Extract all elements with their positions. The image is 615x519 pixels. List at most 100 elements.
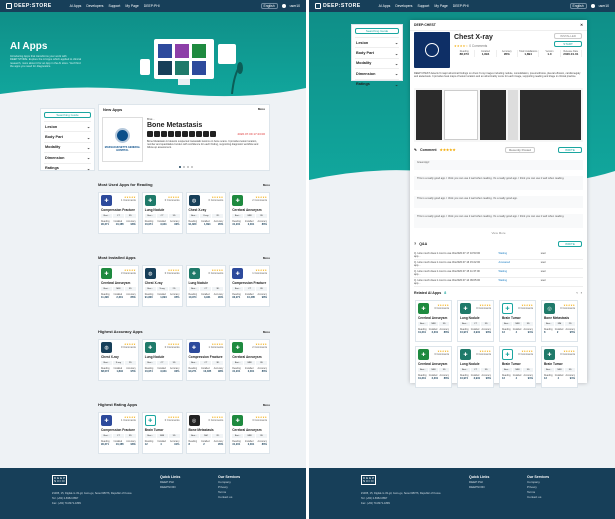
filter-modality[interactable]: Modality ⌄ <box>355 57 399 68</box>
app-card[interactable]: ✚ ★★★★★ 3 Comments Cerebral Aneurysm Brai...… <box>415 346 452 388</box>
app-card[interactable]: ✚ ★★★★★ 0 Comments Brain Tumor Brai... MRI 3D R… <box>541 346 578 388</box>
app-card[interactable]: ✚ ★★★★★ 1 Comments Compression Fracture Brai… <box>98 192 139 234</box>
close-icon[interactable]: ✕ <box>580 23 583 27</box>
screenshot-thumb[interactable] <box>416 90 442 140</box>
comment-item: This is a really good app. I think you c… <box>414 214 583 228</box>
app-card[interactable]: ◍ ★★★★★ 0 Comments Chest X-ray Brai... X-ray 2… <box>141 265 183 307</box>
nav-my-page[interactable]: My Page <box>434 4 447 8</box>
footer-link[interactable]: DEEPNOID <box>160 485 180 490</box>
app-card[interactable]: ◎ ★★★★★ 0 Comments Bone Metastasis Brai... NM… <box>541 300 578 342</box>
installed-button[interactable]: INSTALLED <box>554 33 582 39</box>
app-card[interactable]: ✚ ★★★★★ 0 Comments Lung Nodule Brai... CT 3D Re… <box>457 300 494 342</box>
chevron-right-icon[interactable]: › <box>581 290 582 295</box>
filter-ratings[interactable]: Ratings ⌄ <box>44 162 91 173</box>
section-most-used: Most Used Apps for Reading More ✚ ★★★★★ 1 C… <box>98 182 270 234</box>
app-card[interactable]: ✚ ★★★★★ 1 Comments Compression Fracture Brai… <box>185 339 227 381</box>
write-qa-button[interactable]: WRITE <box>558 241 582 247</box>
more-link[interactable]: More <box>263 403 270 407</box>
footer-link[interactable]: DEEPNOID <box>469 485 489 490</box>
app-icon: ✚ <box>101 415 112 426</box>
qa-item[interactable]: Q. How much does it cost to use this app… <box>414 261 583 269</box>
nav-support[interactable]: Support <box>108 4 120 8</box>
app-card[interactable]: ✚ ★★★★★ 0 Comments Brain Tumor Brai... MRI 3D R… <box>499 300 536 342</box>
nav-support[interactable]: Support <box>417 4 429 8</box>
footer-link[interactable]: Contact us <box>527 495 549 500</box>
more-link[interactable]: More <box>263 330 270 334</box>
nav-deep-phi[interactable]: DEEP:PHI <box>144 4 160 8</box>
app-card[interactable]: ✚ ★★★★★ 0 Comments Lung Nodule Brai... CT 3D Re… <box>457 346 494 388</box>
chevron-left-icon[interactable]: ‹ <box>576 290 577 295</box>
filter-lesion[interactable]: Lesion ⌄ <box>355 37 399 47</box>
user-name[interactable]: user10 <box>599 4 609 8</box>
star-input-icon[interactable]: ★★★★★ <box>440 148 456 152</box>
app-card[interactable]: ✚ ★★★★★ 0 Comments Lung Nodule Brai... CT 3D Re… <box>185 265 227 307</box>
user-name[interactable]: user10 <box>290 4 300 8</box>
app-card[interactable]: ✚ ★★★★★ 0 Comments Lung Nodule Brai... CT 3D Re… <box>141 339 183 381</box>
nav-my-page[interactable]: My Page <box>125 4 138 8</box>
brand-logo[interactable]: DEEP:STORE <box>315 3 361 9</box>
hero-title: AI Apps <box>10 41 48 52</box>
new-app-image[interactable]: MASSACHUSETTS GENERAL HOSPITAL <box>102 117 143 162</box>
new-apps-more-link[interactable]: More <box>258 107 265 112</box>
more-link[interactable]: More <box>263 183 270 187</box>
stat-values: 90,271 10,485 98% <box>188 370 224 373</box>
app-icon: ✚ <box>144 195 156 206</box>
comment-count: ★★★★★ 3 Comments <box>434 304 449 310</box>
app-icon: ✚ <box>232 195 244 206</box>
filter-dimension[interactable]: Dimension ⌄ <box>44 152 91 162</box>
language-select[interactable]: English <box>260 3 278 9</box>
nav-developers[interactable]: Developers <box>395 4 412 8</box>
view-more-link[interactable]: View More <box>410 231 587 235</box>
app-card[interactable]: ✚ ★★★★★ 0 Comments Lung Nodule Brai... CT 3D Re… <box>141 192 183 234</box>
app-screenshots[interactable] <box>414 88 583 142</box>
app-card[interactable]: ◍ ★★★★★ 0 Comments Chest X-ray Brai... X-ray 2… <box>185 192 227 234</box>
write-comment-button[interactable]: WRITE <box>558 147 582 153</box>
more-link[interactable]: More <box>263 256 270 260</box>
app-tags: Brai... X-ray 2D <box>101 361 136 365</box>
nav-developers[interactable]: Developers <box>86 4 103 8</box>
qa-item[interactable]: Q. How much does it cost to use this app… <box>414 252 583 260</box>
language-select[interactable]: English <box>569 3 587 9</box>
start-button[interactable]: START <box>554 41 582 47</box>
brand-logo[interactable]: DEEP:STORE <box>6 3 52 9</box>
app-card-list: ✚ ★★★★★ 1 Comments Compression Fracture Brai… <box>98 412 270 454</box>
sort-select[interactable]: Recently Posted <box>505 147 535 153</box>
app-card[interactable]: ✚ ★★★★★ 1 Comments Compression Fracture Brai… <box>98 412 139 454</box>
new-app-title[interactable]: Bone Metastasis <box>147 122 265 129</box>
nav-deep-phi[interactable]: DEEP:PHI <box>453 4 469 8</box>
screenshot-thumb[interactable] <box>508 90 518 140</box>
app-card[interactable]: ◎ ★★★★★ 0 Comments Bone Metastasis Brai... NM… <box>185 412 227 454</box>
searching-guide-button[interactable]: Searching Guide <box>355 28 399 34</box>
user-avatar-icon[interactable] <box>281 4 286 8</box>
app-card[interactable]: ✚ ★★★★★ 2 Comments Cerebral Aneurysm Brai...… <box>229 192 270 234</box>
user-avatar-icon[interactable] <box>590 4 595 8</box>
screenshot-thumb[interactable] <box>444 90 478 140</box>
filter-lesion[interactable]: Lesion ⌄ <box>44 121 91 131</box>
searching-guide-button[interactable]: Searching Guide <box>44 112 91 118</box>
app-card[interactable]: ✚ ★★★★★ 1 Comments Compression Fracture Brai… <box>229 265 270 307</box>
app-card[interactable]: ✚ ★★★★★ 3 Comments Cerebral Aneurysm Brai...… <box>98 265 139 307</box>
app-card[interactable]: ✚ ★★★★★ 3 Comments Cerebral Aneurysm Brai...… <box>415 300 452 342</box>
qa-item[interactable]: Q. How much does it cost to use this app… <box>414 270 583 278</box>
comment-count: ★★★★★ 0 Comments <box>208 196 224 202</box>
app-name: Brain Tumor <box>502 316 521 320</box>
app-card[interactable]: ✚ ★★★★★ 0 Comments Brain Tumor Brai... MRI 3D R… <box>141 412 183 454</box>
section-highest-rating: Highest Rating Apps More ✚ ★★★★★ 1 Comments… <box>98 402 270 454</box>
screenshot-thumb[interactable] <box>520 90 581 140</box>
filter-modality[interactable]: Modality ⌄ <box>44 141 91 152</box>
qa-item[interactable]: Q. How much does it cost to use this app… <box>414 279 583 287</box>
carousel-dots[interactable] <box>179 166 193 168</box>
filter-body-part[interactable]: Body Part ⌄ <box>44 131 91 141</box>
app-card[interactable]: ✚ ★★★★★ 2 Comments Cerebral Aneurysm Brai...… <box>229 339 270 381</box>
footer-link[interactable]: Contact us <box>218 495 240 500</box>
screenshot-thumb[interactable] <box>480 90 506 140</box>
app-card[interactable]: ◍ ★★★★★ 0 Comments Chest X-ray Brai... X-ray 2… <box>98 339 139 381</box>
filter-dimension[interactable]: Dimension ⌄ <box>355 68 399 78</box>
nav-ai-apps[interactable]: AI Apps <box>379 4 391 8</box>
filter-body-part[interactable]: Body Part ⌄ <box>355 47 399 57</box>
search-filter-panel: Searching Guide Lesion ⌄ Body Part ⌄ Modal… <box>40 108 95 171</box>
app-card[interactable]: ✚ ★★★★★ 0 Comments Brain Tumor Brai... MRI 3D R… <box>499 346 536 388</box>
app-card[interactable]: ✚ ★★★★★ 3 Comments Cerebral Aneurysm Brai...… <box>229 412 270 454</box>
nav-ai-apps[interactable]: AI Apps <box>70 4 82 8</box>
filter-ratings[interactable]: Ratings ⌄ <box>355 78 399 89</box>
